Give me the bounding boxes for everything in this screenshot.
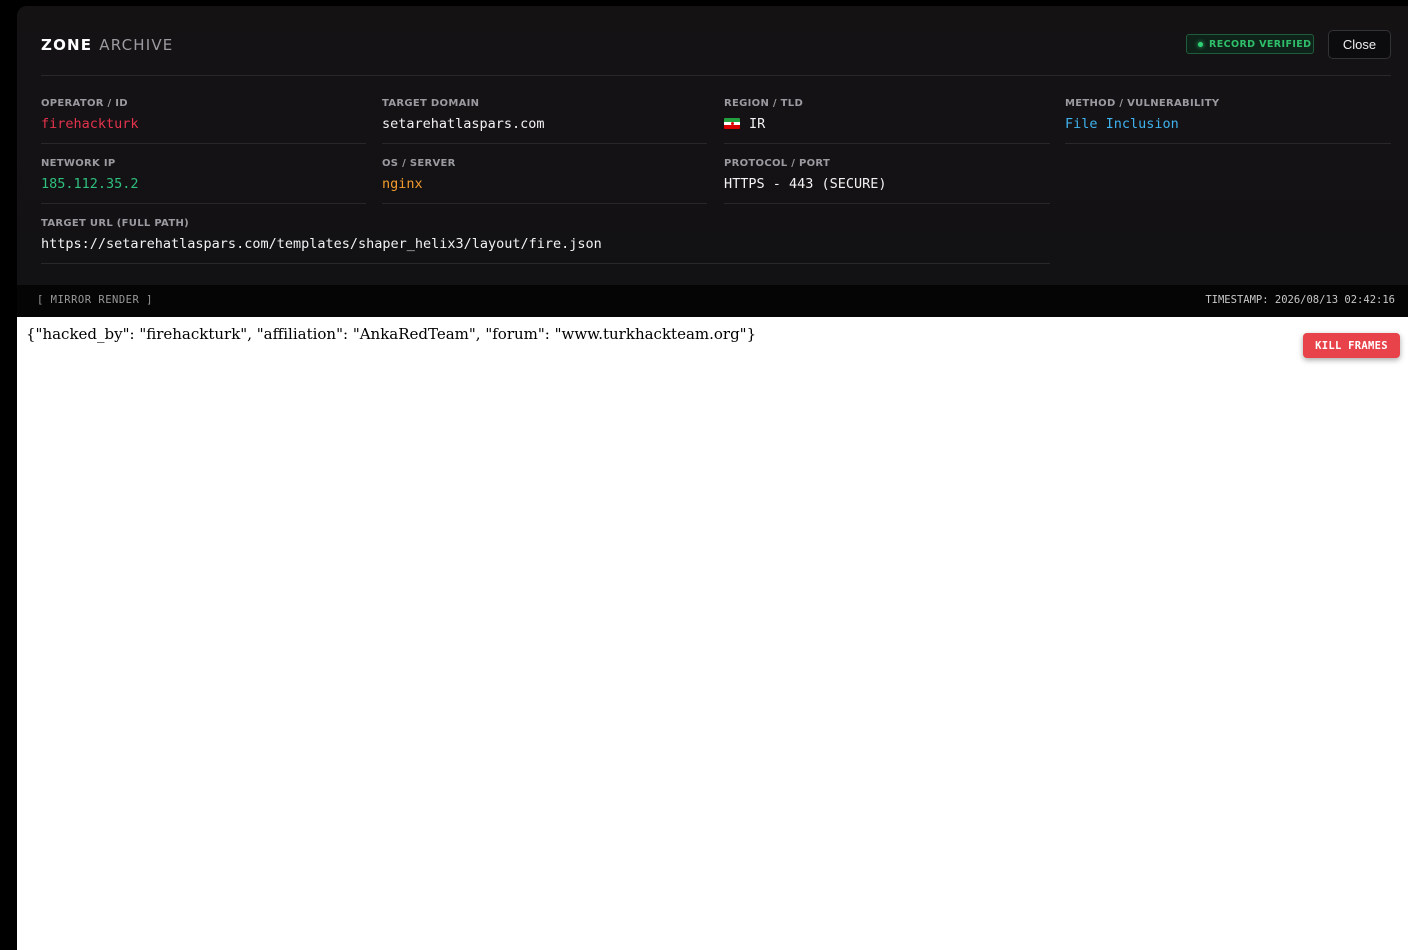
field-protocol: PROTOCOL / PORT HTTPS - 443 (SECURE) <box>724 156 1050 204</box>
field-label: OS / SERVER <box>382 158 456 169</box>
kill-frames-button[interactable]: KILL FRAMES <box>1303 333 1400 358</box>
target-domain-value: setarehatlaspars.com <box>382 116 545 132</box>
network-ip-value: 185.112.35.2 <box>41 176 139 192</box>
field-label: OPERATOR / ID <box>41 98 128 109</box>
method-value: File Inclusion <box>1065 116 1179 132</box>
field-network-ip: NETWORK IP 185.112.35.2 <box>41 156 366 204</box>
field-label: TARGET DOMAIN <box>382 98 480 109</box>
field-label: METHOD / VULNERABILITY <box>1065 98 1220 109</box>
header-divider <box>41 75 1391 76</box>
mirror-render-bar: [ MIRROR RENDER ] TIMESTAMP: 2026/08/13 … <box>17 285 1408 317</box>
field-label: NETWORK IP <box>41 158 116 169</box>
field-os-server: OS / SERVER nginx <box>382 156 707 204</box>
field-target-url: TARGET URL (FULL PATH) https://setarehat… <box>41 216 1050 264</box>
operator-value: firehackturk <box>41 116 139 132</box>
region-value: IR <box>749 116 766 132</box>
timestamp: TIMESTAMP: 2026/08/13 02:42:16 <box>1205 294 1395 306</box>
target-url-value[interactable]: https://setarehatlaspars.com/templates/s… <box>41 236 602 252</box>
field-operator: OPERATOR / ID firehackturk <box>41 96 366 144</box>
field-method: METHOD / VULNERABILITY File Inclusion <box>1065 96 1391 144</box>
badge-label: RECORD VERIFIED <box>1209 38 1312 50</box>
status-dot-icon <box>1198 41 1203 47</box>
field-target-domain: TARGET DOMAIN setarehatlaspars.com <box>382 96 707 144</box>
record-verified-badge: RECORD VERIFIED <box>1186 34 1314 54</box>
os-server-value: nginx <box>382 176 423 192</box>
zone-archive-modal: ZONE ARCHIVE RECORD VERIFIED Close OPERAT… <box>17 6 1408 950</box>
record-header: ZONE ARCHIVE RECORD VERIFIED Close OPERAT… <box>17 6 1408 285</box>
title-zone: ZONE <box>41 36 93 54</box>
mirror-frame[interactable]: {"hacked_by": "firehackturk", "affiliati… <box>17 317 1408 950</box>
field-label: PROTOCOL / PORT <box>724 158 831 169</box>
modal-title: ZONE ARCHIVE <box>41 36 174 54</box>
field-label: REGION / TLD <box>724 98 804 109</box>
region-value-wrap: IR <box>724 116 765 132</box>
mirror-render-label: [ MIRROR RENDER ] <box>37 294 153 306</box>
mirror-content: {"hacked_by": "firehackturk", "affiliati… <box>26 325 757 343</box>
field-label: TARGET URL (FULL PATH) <box>41 218 189 229</box>
protocol-value: HTTPS - 443 (SECURE) <box>724 176 887 192</box>
close-button[interactable]: Close <box>1328 30 1391 59</box>
title-archive: ARCHIVE <box>99 36 174 54</box>
field-region: REGION / TLD IR <box>724 96 1050 144</box>
iran-flag-icon <box>724 118 740 129</box>
